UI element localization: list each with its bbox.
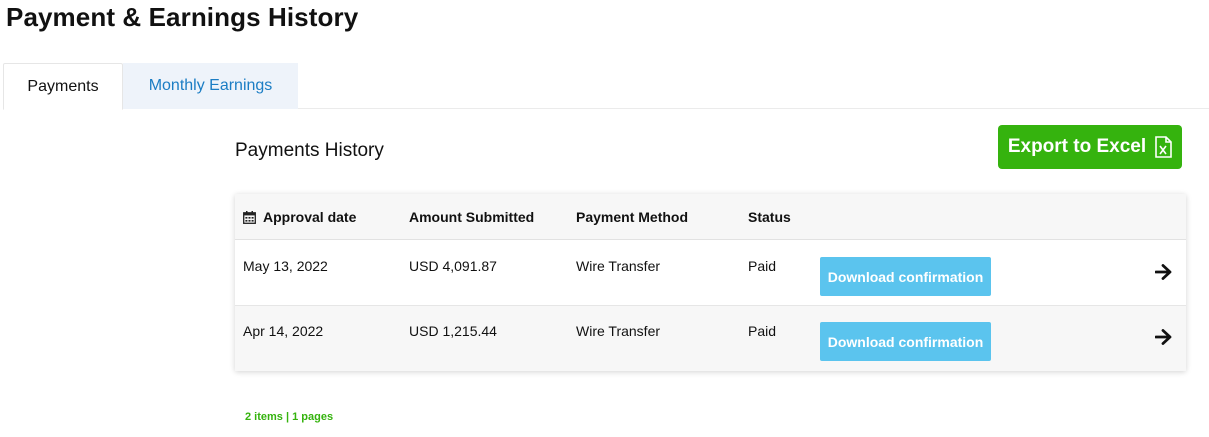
payments-table: Approval date Amount Submitted Payment M… [235, 194, 1186, 371]
cell-amount: USD 1,215.44 [409, 323, 497, 339]
calendar-icon [243, 210, 256, 224]
tab-monthly-earnings[interactable]: Monthly Earnings [123, 63, 298, 109]
table-row[interactable]: Apr 14, 2022 USD 1,215.44 Wire Transfer … [235, 306, 1186, 371]
cell-status: Paid [748, 258, 777, 274]
column-header-amount-submitted[interactable]: Amount Submitted [409, 209, 534, 225]
excel-file-icon [1155, 136, 1172, 158]
arrow-right-icon[interactable] [1155, 263, 1173, 281]
page-title: Payment & Earnings History [6, 2, 359, 32]
column-header-status[interactable]: Status [748, 209, 791, 225]
arrow-right-icon[interactable] [1155, 328, 1173, 346]
table-row[interactable]: May 13, 2022 USD 4,091.87 Wire Transfer … [235, 241, 1186, 306]
cell-status: Paid [748, 323, 777, 339]
column-header-approval-date[interactable]: Approval date [243, 209, 356, 225]
export-button-label: Export to Excel [1007, 136, 1147, 157]
download-confirmation-button[interactable]: Download confirmation [820, 257, 991, 296]
cell-payment-method: Wire Transfer [576, 323, 661, 339]
cell-approval-date: May 13, 2022 [243, 258, 328, 274]
pagination-summary: 2 items | 1 pages [245, 411, 334, 423]
column-header-label: Approval date [263, 209, 357, 225]
cell-approval-date: Apr 14, 2022 [243, 323, 324, 339]
cell-amount: USD 4,091.87 [409, 258, 497, 274]
cell-payment-method: Wire Transfer [576, 258, 661, 274]
download-confirmation-button[interactable]: Download confirmation [820, 322, 991, 361]
section-title: Payments History [235, 140, 384, 161]
tab-bar: Payments Monthly Earnings [3, 63, 1209, 110]
export-to-excel-button[interactable]: Export to Excel [998, 125, 1182, 169]
tab-payments[interactable]: Payments [3, 63, 123, 110]
column-header-payment-method[interactable]: Payment Method [576, 209, 688, 225]
table-header: Approval date Amount Submitted Payment M… [235, 194, 1186, 240]
